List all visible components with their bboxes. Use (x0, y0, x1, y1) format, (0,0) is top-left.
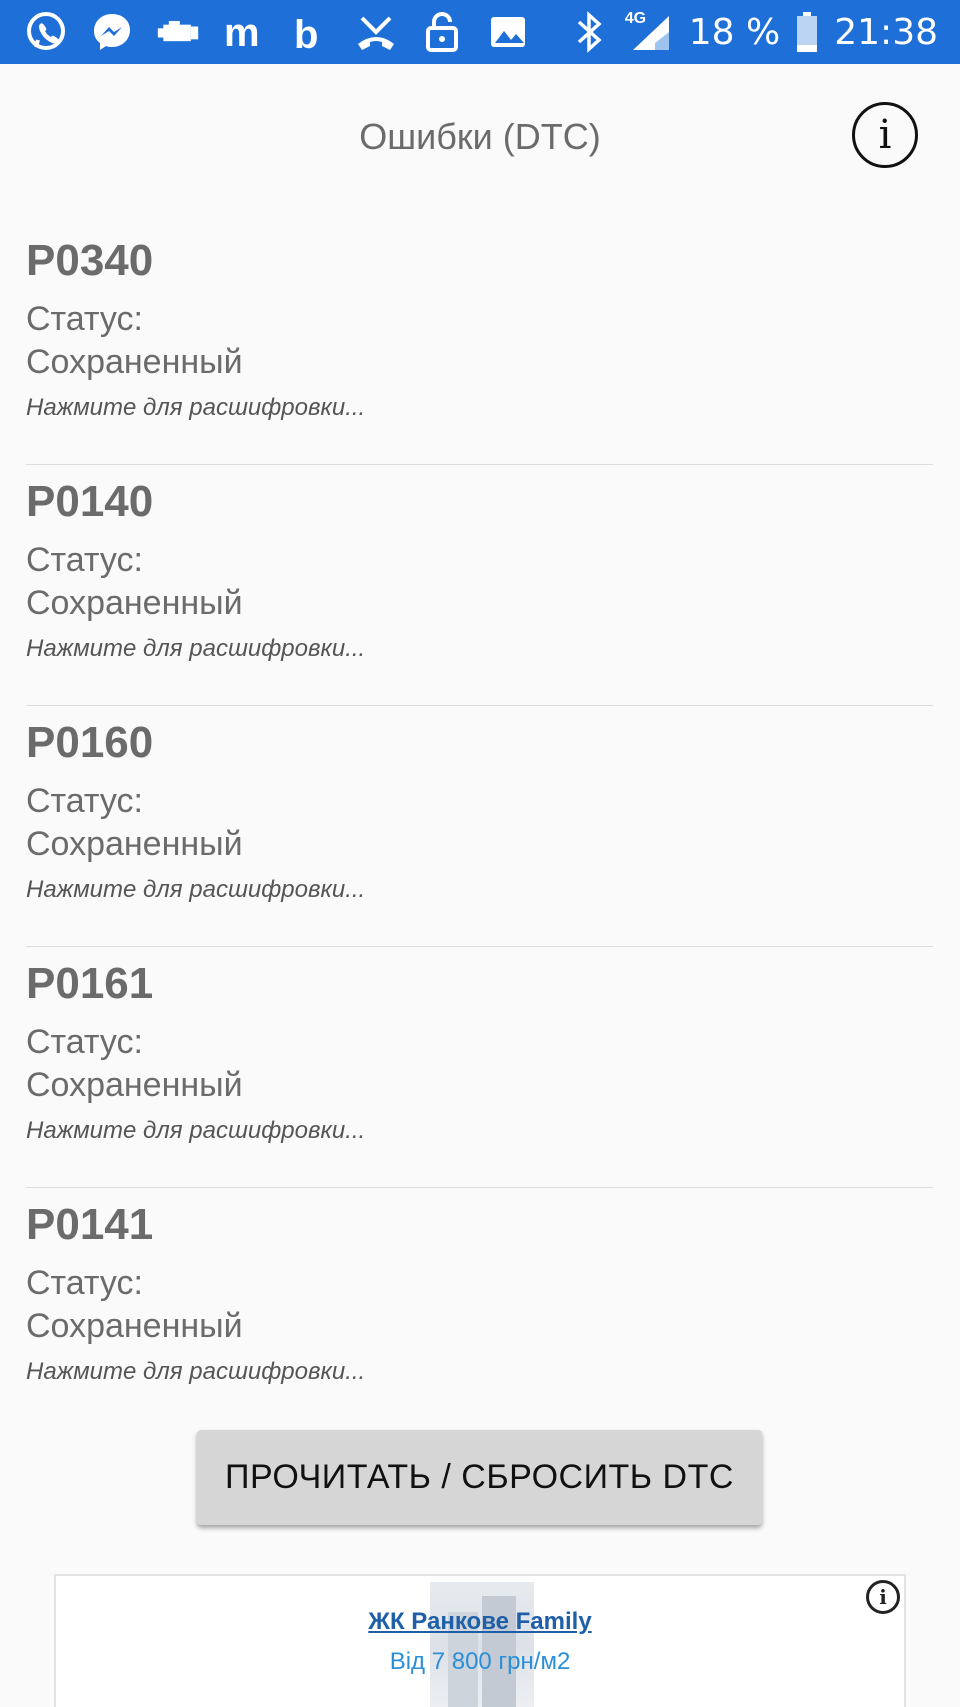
dtc-code: P0141 (26, 1200, 154, 1249)
app-header: Ошибки (DTC) i (0, 64, 960, 209)
battery-percentage: 18 % (688, 11, 781, 53)
dtc-code: P0160 (26, 718, 154, 767)
dtc-code: P0340 (26, 236, 154, 285)
messenger-icon (90, 10, 134, 54)
ad-title-link[interactable]: ЖК Ранкове Family (56, 1608, 904, 1636)
status-value: Сохраненный (26, 343, 243, 381)
status-value: Сохраненный (26, 825, 243, 863)
ad-info-icon[interactable]: i (866, 1580, 900, 1614)
bluetooth-icon (567, 10, 611, 54)
svg-text:b: b (294, 13, 318, 54)
status-label: Статус: (26, 1023, 143, 1061)
info-icon: i (878, 112, 892, 158)
missed-call-icon (354, 10, 398, 54)
status-label: Статус: (26, 541, 143, 579)
status-label: Статус: (26, 1264, 143, 1302)
decode-hint: Нажмите для расшифровки... (26, 635, 366, 662)
decode-hint: Нажмите для расшифровки... (26, 1358, 366, 1385)
status-value: Сохраненный (26, 1307, 243, 1345)
dtc-list-item[interactable]: P0161 Статус: Сохраненный Нажмите для ра… (26, 947, 933, 1188)
notification-icons: m b (0, 10, 530, 54)
ad-price: Від 7 800 грн/м2 (389, 1648, 571, 1675)
ad-building-image (430, 1582, 534, 1707)
status-value: Сохраненный (26, 584, 243, 622)
battery-icon (794, 10, 820, 54)
dtc-list-item[interactable]: P0140 Статус: Сохраненный Нажмите для ра… (26, 465, 933, 706)
read-reset-dtc-button[interactable]: ПРОЧИТАТЬ / СБРОСИТЬ DTC (197, 1430, 762, 1525)
info-button[interactable]: i (852, 102, 918, 168)
system-indicators: 4G 18 % 21:38 (567, 10, 960, 54)
m-app-icon: m (222, 10, 266, 54)
b-app-icon: b (288, 10, 332, 54)
dtc-code: P0161 (26, 959, 154, 1008)
decode-hint: Нажмите для расшифровки... (26, 394, 366, 421)
status-label: Статус: (26, 782, 143, 820)
network-type: 4G (624, 10, 647, 27)
dtc-list: P0340 Статус: Сохраненный Нажмите для ра… (26, 224, 933, 1429)
svg-text:m: m (224, 11, 260, 54)
decode-hint: Нажмите для расшифровки... (26, 876, 366, 903)
image-icon (486, 10, 530, 54)
status-bar: m b 4G 18 % 21:38 (0, 0, 960, 64)
dtc-code: P0140 (26, 477, 154, 526)
clock: 21:38 (834, 11, 938, 53)
status-label: Статус: (26, 300, 143, 338)
ad-banner[interactable]: ЖК Ранкове Family Від 7 800 грн/м2 i (54, 1574, 906, 1707)
page-title: Ошибки (DTC) (359, 116, 601, 157)
ad-info-glyph: i (879, 1585, 887, 1609)
dtc-list-item[interactable]: P0160 Статус: Сохраненный Нажмите для ра… (26, 706, 933, 947)
viber-icon (24, 10, 68, 54)
decode-hint: Нажмите для расшифровки... (26, 1117, 366, 1144)
status-value: Сохраненный (26, 1066, 243, 1104)
dtc-list-item[interactable]: P0141 Статус: Сохраненный Нажмите для ра… (26, 1188, 933, 1429)
car-engine-icon (156, 10, 200, 54)
lock-icon (420, 10, 464, 54)
dtc-list-item[interactable]: P0340 Статус: Сохраненный Нажмите для ра… (26, 224, 933, 465)
signal-icon: 4G (625, 10, 675, 54)
